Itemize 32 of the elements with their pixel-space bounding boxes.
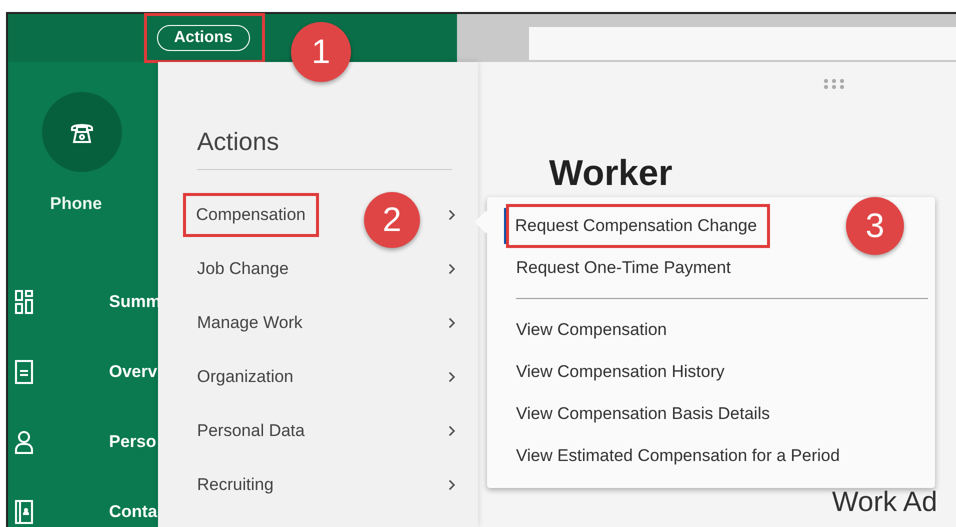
chevron-right-icon — [448, 371, 456, 383]
menu-title: Actions — [197, 128, 279, 157]
nav-item[interactable]: Perso — [8, 430, 156, 454]
submenu-item[interactable]: View Estimated Compensation for a Period — [516, 446, 840, 466]
submenu-item[interactable]: View Compensation Basis Details — [516, 404, 770, 424]
submenu-item[interactable]: View Compensation — [516, 320, 667, 340]
page-heading: Worker — [549, 152, 672, 194]
submenu-item[interactable]: Request One-Time Payment — [516, 258, 731, 278]
phone-label: Phone — [50, 194, 102, 214]
menu-item[interactable]: Organization — [197, 367, 294, 387]
chevron-right-icon — [448, 317, 456, 329]
nav-item[interactable]: Conta — [8, 500, 158, 524]
chevron-right-icon — [448, 263, 456, 275]
apps-icon[interactable] — [823, 78, 847, 90]
document-icon — [15, 360, 33, 384]
submenu-item[interactable]: View Compensation History — [516, 362, 724, 382]
submenu-item[interactable]: Request Compensation Change — [515, 216, 757, 236]
chevron-right-icon — [448, 479, 456, 491]
chevron-right-icon — [448, 209, 456, 221]
chevron-right-icon — [448, 425, 456, 437]
nav-item[interactable]: Overv — [8, 360, 158, 384]
grid-icon — [15, 290, 33, 314]
menu-item[interactable]: Personal Data — [197, 421, 305, 441]
actions-button[interactable]: Actions — [157, 25, 250, 51]
menu-item[interactable]: Recruiting — [197, 475, 274, 495]
search-field[interactable] — [529, 27, 956, 60]
person-icon — [15, 430, 33, 454]
menu-item[interactable]: Job Change — [197, 259, 289, 279]
menu-item[interactable]: Manage Work — [197, 313, 303, 333]
contact-card-icon — [15, 500, 33, 524]
section-heading: Work Ad — [832, 486, 938, 518]
menu-item[interactable]: Compensation — [196, 205, 306, 225]
